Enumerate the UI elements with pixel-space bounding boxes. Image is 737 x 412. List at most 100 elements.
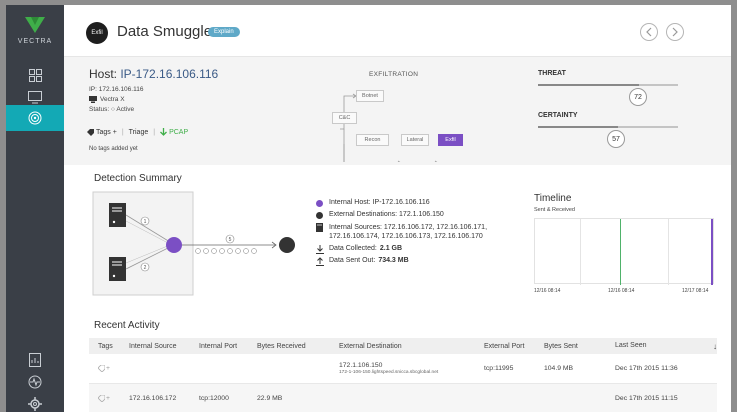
timeline-received-bar — [620, 219, 621, 285]
action-divider: | — [121, 128, 124, 136]
no-tags-text: No tags added yet — [89, 146, 138, 152]
monitor-icon — [28, 90, 42, 103]
data-collected-label: Data Collected: — [329, 245, 377, 252]
main-content: Exfil Data Smuggler Explain Host: IP-172… — [64, 5, 731, 412]
tag-icon — [87, 128, 94, 136]
certainty-score: 57 — [607, 130, 625, 148]
col-external-port[interactable]: External Port — [484, 343, 544, 350]
col-last-seen[interactable]: Last Seen ↓ — [615, 342, 717, 351]
tag-icon — [98, 395, 105, 402]
page-title: Data Smuggler — [117, 23, 218, 40]
add-tags-button[interactable]: Tags + — [96, 129, 117, 136]
brand-name: VECTRA — [17, 38, 53, 45]
row-last-seen: Dec 17th 2015 11:36 — [615, 365, 678, 372]
timeline-gridline — [580, 219, 581, 285]
action-divider: | — [153, 128, 156, 136]
triage-button[interactable]: Triage — [129, 129, 149, 136]
exfiltration-label: EXFILTRATION — [369, 71, 419, 78]
timeline-label-mid: 12/16 08:14 — [608, 288, 635, 294]
app-window: VECTRA Exfil Data Smuggler Explain Host:… — [6, 5, 731, 412]
legend-external-destination: External Destinations: 172.1.106.150 — [316, 211, 444, 219]
col-external-destination[interactable]: External Destination — [339, 343, 484, 350]
sort-down-icon[interactable]: ↓ — [713, 342, 717, 351]
flow-node-exfil[interactable]: Exfil — [438, 134, 463, 146]
legend-data-sent: Data Sent Out: 734.3 MB — [316, 257, 409, 266]
sidebar: VECTRA — [6, 5, 69, 412]
source-server-icon — [109, 257, 126, 281]
row-bytes-sent: 104.9 MB — [544, 365, 574, 372]
recent-activity-table: Tags Internal Source Internal Port Bytes… — [89, 338, 717, 412]
chevron-left-icon — [646, 27, 652, 37]
timeline-label-start: 12/16 08:14 — [534, 288, 561, 294]
pcap-download-link[interactable]: PCAP — [169, 129, 188, 136]
upload-icon — [316, 257, 324, 266]
explain-button[interactable]: Explain — [208, 27, 240, 37]
download-icon — [316, 245, 324, 254]
host-ip: IP: 172.16.106.116 — [89, 86, 144, 93]
exfil-category-badge: Exfil — [86, 22, 108, 44]
legend-external-destination-text: External Destinations: 172.1.106.150 — [329, 211, 444, 218]
col-bytes-sent[interactable]: Bytes Sent — [544, 343, 615, 350]
vectra-logo[interactable]: VECTRA — [6, 15, 64, 45]
host-summary: Host: IP-172.16.106.116 IP: 172.16.106.1… — [64, 57, 731, 165]
data-collected-value: 2.1 GB — [379, 245, 403, 252]
external-destination-swatch — [316, 212, 323, 219]
table-row[interactable]: + 172.16.106.172 tcp:12000 22.9 MB Dec 1… — [89, 384, 717, 412]
flow-node-lateral[interactable]: Lateral — [401, 134, 429, 146]
row-external-destination: 172.1.106.150 172-1-106-150.lightspeed.s… — [339, 362, 484, 375]
next-detection-button[interactable] — [666, 23, 684, 41]
source-1-count: 1 — [144, 219, 147, 225]
detection-header: Exfil Data Smuggler Explain — [64, 5, 731, 57]
detection-diagram: 1 2 5 — [92, 191, 295, 296]
host-status: Status: ○ Active — [89, 106, 135, 113]
timeline-title: Timeline — [534, 193, 572, 204]
download-arrow-icon — [160, 128, 168, 136]
row-tags[interactable]: + — [89, 395, 129, 402]
flow-node-botnet[interactable]: Botnet — [356, 90, 384, 102]
pulse-icon — [28, 375, 42, 389]
add-tag-button[interactable]: + — [106, 395, 110, 402]
tag-icon — [98, 365, 105, 372]
col-internal-port[interactable]: Internal Port — [199, 343, 257, 350]
timeline-label-end: 12/17 08:14 — [682, 288, 709, 294]
col-internal-source[interactable]: Internal Source — [129, 343, 199, 350]
external-destination-node[interactable] — [279, 237, 295, 253]
timeline-gridline — [668, 219, 669, 285]
table-row[interactable]: + 172.1.106.150 172-1-106-150.lightspeed… — [89, 354, 717, 384]
host-title: Host: IP-172.16.106.116 — [89, 67, 218, 81]
host-link[interactable]: IP-172.16.106.116 — [120, 67, 218, 81]
col-bytes-received[interactable]: Bytes Received — [257, 343, 339, 350]
legend-data-collected: Data Collected: 2.1 GB — [316, 245, 402, 254]
timeline-subtitle: Sent & Received — [534, 207, 575, 213]
sidebar-detections-button[interactable] — [6, 105, 69, 131]
row-internal-port: tcp:12000 — [199, 395, 229, 402]
server-icon — [316, 223, 323, 232]
host-title-prefix: Host: — [89, 67, 121, 81]
row-last-seen: Dec 17th 2015 11:15 — [615, 395, 678, 402]
flow-node-recon[interactable]: Recon — [356, 134, 389, 146]
col-tags[interactable]: Tags — [89, 343, 129, 350]
data-sent-label: Data Sent Out: — [329, 257, 376, 264]
add-tag-button[interactable]: + — [106, 365, 110, 372]
legend-internal-host: Internal Host: IP-172.16.106.116 — [316, 199, 430, 207]
row-external-port: tcp:11995 — [484, 365, 514, 372]
flow-node-cc[interactable]: C&C — [332, 112, 357, 124]
row-tags[interactable]: + — [89, 365, 129, 372]
row-external-ip[interactable]: 172.1.106.150 — [339, 362, 484, 369]
data-sent-value: 734.3 MB — [378, 257, 409, 264]
internal-host-node[interactable] — [166, 237, 182, 253]
sensor-icon — [89, 96, 97, 103]
recent-activity-title: Recent Activity — [94, 320, 160, 331]
row-bytes-received: 22.9 MB — [257, 395, 283, 402]
sidebar-settings-button[interactable] — [6, 391, 64, 412]
radar-icon — [28, 111, 42, 125]
gear-icon — [28, 397, 42, 411]
detection-summary-title: Detection Summary — [94, 173, 182, 184]
row-internal-source[interactable]: 172.16.106.172 — [129, 395, 199, 402]
threat-fill — [538, 84, 639, 86]
timeline-chart[interactable] — [534, 218, 714, 285]
previous-detection-button[interactable] — [640, 23, 658, 41]
source-server-icon — [109, 203, 126, 227]
table-header: Tags Internal Source Internal Port Bytes… — [89, 338, 717, 354]
host-actions: Tags + | Triage | PCAP — [87, 128, 188, 136]
